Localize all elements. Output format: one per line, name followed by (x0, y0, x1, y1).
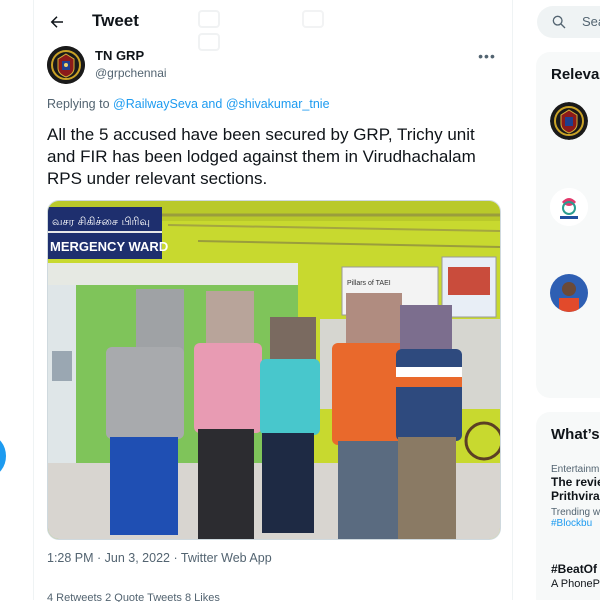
relevant-avatar-shivakumar[interactable] (550, 274, 588, 312)
author-name[interactable]: TN GRP (95, 48, 144, 63)
author-handle[interactable]: @grpchennai (95, 66, 167, 80)
tweet-stats[interactable]: 4 Retweets 2 Quote Tweets 8 Likes (47, 592, 497, 602)
whats-happening-panel: What’s Entertainm The revie Prithvira Tr… (536, 412, 600, 600)
photo-sign-english: MERGENCY WARD (50, 239, 168, 254)
back-button[interactable] (45, 10, 69, 34)
page-title: Tweet (92, 11, 139, 30)
relevant-avatar-grp[interactable] (550, 102, 588, 140)
more-options-button[interactable]: ••• (477, 48, 497, 64)
trend-hashtag[interactable]: #Blockbu (551, 518, 600, 529)
more-dots-icon: ••• (478, 48, 496, 64)
trend-item[interactable]: #BeatOf A PhoneP (551, 562, 600, 590)
trend-title-line2: Prithvira (551, 489, 600, 503)
search-icon (552, 15, 566, 29)
reply-mention-shivakumar[interactable]: @shivakumar_tnie (226, 97, 330, 111)
tweet-photo[interactable]: வசர சிகிச்சை பிரிவு MERGENCY WARD Pillar… (47, 200, 501, 540)
tweet-author: TN GRP @grpchennai ••• (47, 46, 497, 88)
relevant-avatar-railwayseva[interactable] (550, 188, 588, 226)
trend-title-line1: The revie (551, 475, 600, 489)
trend-subtitle: Trending w (551, 507, 600, 518)
photo-sign-tamil: வசர சிகிச்சை பிரிவு (52, 215, 150, 228)
tweet-timestamp[interactable]: 1:28 PM · Jun 3, 2022 · Twitter Web App (47, 551, 272, 565)
faded-background-icons (198, 10, 498, 51)
compose-tweet-button[interactable] (0, 436, 6, 476)
relevant-people-title: Releva (551, 66, 600, 83)
search-input[interactable]: Sea (537, 6, 600, 38)
replying-label: Replying to (47, 97, 110, 111)
trend-item[interactable]: Entertainm The revie Prithvira Trending … (551, 464, 600, 529)
relevant-people-panel: Releva (536, 52, 600, 398)
page-header: Tweet (33, 0, 512, 51)
police-emblem-icon (47, 46, 85, 84)
reply-conjunction[interactable]: and (201, 97, 222, 111)
main-column: Tweet TN GRP @grpchennai ••• Replying to… (33, 0, 513, 602)
left-nav-rail (0, 0, 34, 600)
photo-scene: வசர சிகிச்சை பிரிவு MERGENCY WARD Pillar… (48, 201, 500, 539)
author-avatar[interactable] (47, 46, 85, 84)
trend-title: #BeatOf (551, 562, 598, 576)
replying-to-line: Replying to @RailwaySeva and @shivakumar… (47, 97, 330, 111)
reply-mention-railwayseva[interactable]: @RailwaySeva (113, 97, 198, 111)
trend-subtitle: A PhoneP (551, 578, 600, 590)
trend-category: Entertainm (551, 464, 600, 475)
photo-poster-text: Pillars of TAEI (347, 280, 391, 287)
search-placeholder: Sea (582, 14, 600, 29)
right-sidebar: Sea Releva (512, 0, 600, 600)
arrow-left-icon (50, 16, 63, 28)
whats-happening-title: What’s (551, 426, 600, 443)
tweet-body-text: All the 5 accused have been secured by G… (47, 125, 476, 188)
